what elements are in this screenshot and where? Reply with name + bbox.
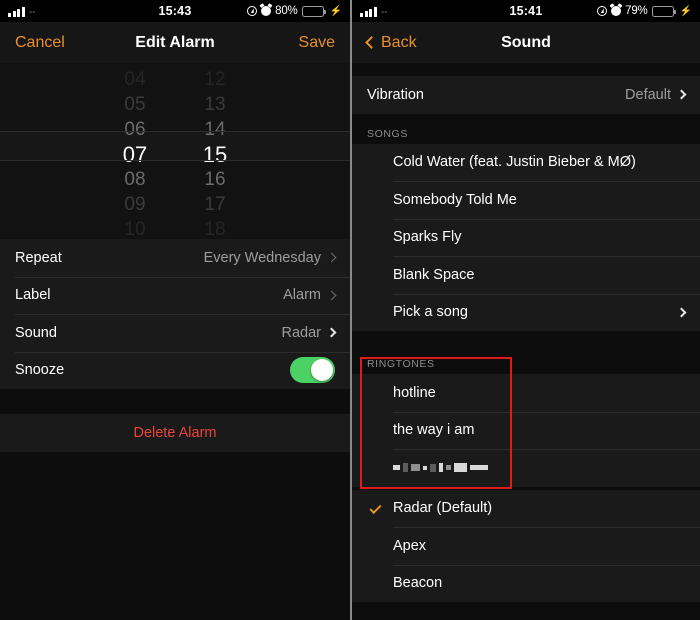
picker-selection-band	[0, 131, 350, 161]
right-status-right-cluster: 79% ⚡	[597, 5, 692, 17]
row-vibration[interactable]: Vibration Default	[352, 76, 700, 114]
list-item-ringtone[interactable]: Apex	[352, 527, 700, 565]
list-item-ringtone-selected[interactable]: Radar (Default)	[352, 490, 700, 528]
location-icon	[247, 6, 258, 16]
back-button[interactable]: Back	[365, 33, 417, 52]
row-repeat-value: Every Wednesday	[203, 249, 321, 266]
custom-ringtones-group: hotline the way i am	[352, 374, 700, 487]
section-gap	[0, 389, 350, 414]
row-vibration-label: Vibration	[367, 86, 424, 103]
ringtone-label: Radar (Default)	[393, 500, 493, 517]
delete-alarm-group: Delete Alarm	[0, 414, 350, 452]
location-icon	[597, 6, 608, 16]
row-label-value: Alarm	[283, 287, 321, 304]
right-battery-percent: 79%	[625, 5, 648, 17]
redacted-text-icon	[393, 462, 488, 473]
charging-bolt-icon: ⚡	[679, 5, 692, 17]
right-phone-screen: ▪▪ 15:41 79% ⚡ Back Sound Vibration Defa…	[350, 0, 700, 620]
chevron-left-icon	[365, 36, 378, 49]
minute-option[interactable]: 17	[204, 192, 225, 217]
cancel-button[interactable]: Cancel	[15, 34, 65, 52]
hour-picker-column[interactable]: 04 05 06 07 08 09 10	[106, 63, 164, 240]
left-status-right-cluster: 80% ⚡	[247, 5, 342, 17]
hour-option-selected[interactable]: 07	[123, 142, 147, 167]
list-item-pick-a-song[interactable]: Pick a song	[352, 293, 700, 332]
song-label: Somebody Told Me	[393, 191, 517, 208]
minute-option[interactable]: 13	[204, 92, 225, 117]
left-phone-screen: ▪▪ 15:43 80% ⚡ Cancel Edit Alarm Save 04…	[0, 0, 350, 620]
hour-option[interactable]: 09	[124, 192, 145, 217]
section-gap	[352, 331, 700, 344]
ringtone-label: the way i am	[393, 422, 475, 439]
list-item-ringtone-redacted[interactable]	[352, 449, 700, 487]
right-status-bar: ▪▪ 15:41 79% ⚡	[352, 0, 700, 22]
hour-option[interactable]: 06	[124, 117, 145, 142]
hour-option[interactable]: 05	[124, 92, 145, 117]
battery-icon	[651, 5, 676, 17]
system-ringtones-group: Radar (Default) Apex Beacon	[352, 489, 700, 603]
chevron-right-icon	[676, 307, 687, 318]
row-sound-value: Radar	[281, 324, 322, 341]
top-gap	[352, 63, 700, 76]
hour-option[interactable]: 04	[124, 67, 145, 92]
ringtones-section-header: RINGTONES	[352, 344, 700, 374]
list-item-song[interactable]: Sparks Fly	[352, 218, 700, 257]
checkmark-icon	[369, 501, 382, 514]
chevron-right-icon	[326, 327, 337, 338]
row-repeat[interactable]: Repeat Every Wednesday	[0, 239, 350, 277]
ringtone-label: hotline	[393, 384, 436, 401]
left-battery-percent: 80%	[275, 5, 298, 17]
row-snooze[interactable]: Snooze	[0, 351, 350, 390]
row-repeat-label: Repeat	[15, 249, 62, 266]
minute-option[interactable]: 16	[204, 167, 225, 192]
list-item-song[interactable]: Cold Water (feat. Justin Bieber & MØ)	[352, 144, 700, 182]
songs-group: Cold Water (feat. Justin Bieber & MØ) So…	[352, 143, 700, 332]
row-sound[interactable]: Sound Radar	[0, 314, 350, 352]
list-item-song[interactable]: Somebody Told Me	[352, 181, 700, 219]
save-button[interactable]: Save	[299, 34, 335, 52]
row-snooze-label: Snooze	[15, 362, 65, 379]
ringtone-label: Beacon	[393, 575, 443, 592]
song-label: Pick a song	[393, 304, 468, 321]
songs-section-header: SONGS	[352, 113, 700, 144]
list-item-ringtone[interactable]: Beacon	[352, 564, 700, 603]
minute-picker-column[interactable]: 12 13 14 15 16 17 18	[186, 63, 244, 240]
list-item-ringtone[interactable]: the way i am	[352, 411, 700, 450]
song-label: Sparks Fly	[393, 229, 462, 246]
hour-option[interactable]: 08	[124, 167, 145, 192]
ringtone-label: Apex	[393, 537, 427, 554]
list-item-song[interactable]: Blank Space	[352, 256, 700, 294]
snooze-toggle[interactable]	[290, 357, 335, 384]
minute-option-selected[interactable]: 15	[203, 142, 227, 167]
left-nav-bar: Cancel Edit Alarm Save	[0, 22, 350, 63]
vibration-group: Vibration Default	[352, 76, 700, 114]
chevron-right-icon	[326, 252, 337, 263]
row-sound-label: Sound	[15, 324, 57, 341]
alarm-settings-group: Repeat Every Wednesday Label Alarm Sound…	[0, 239, 350, 389]
list-item-ringtone[interactable]: hotline	[352, 374, 700, 412]
charging-bolt-icon: ⚡	[329, 5, 342, 17]
back-button-label: Back	[381, 33, 417, 51]
left-status-bar: ▪▪ 15:43 80% ⚡	[0, 0, 350, 22]
row-vibration-value: Default	[625, 86, 671, 103]
alarm-icon	[261, 6, 272, 16]
battery-icon	[301, 5, 326, 17]
chevron-right-icon	[326, 290, 337, 301]
alarm-icon	[611, 6, 622, 16]
chevron-right-icon	[676, 89, 687, 100]
time-picker[interactable]: 04 05 06 07 08 09 10 12 13 14 15 16 17 1…	[0, 63, 350, 240]
minute-option[interactable]: 12	[204, 67, 225, 92]
delete-alarm-button[interactable]: Delete Alarm	[0, 414, 350, 452]
dual-screenshot-container: ▪▪ 15:43 80% ⚡ Cancel Edit Alarm Save 04…	[0, 0, 700, 620]
right-nav-bar: Back Sound	[352, 22, 700, 63]
song-label: Cold Water (feat. Justin Bieber & MØ)	[393, 154, 636, 171]
row-label[interactable]: Label Alarm	[0, 276, 350, 315]
row-label-label: Label	[15, 287, 51, 304]
song-label: Blank Space	[393, 266, 475, 283]
minute-option[interactable]: 14	[204, 117, 225, 142]
